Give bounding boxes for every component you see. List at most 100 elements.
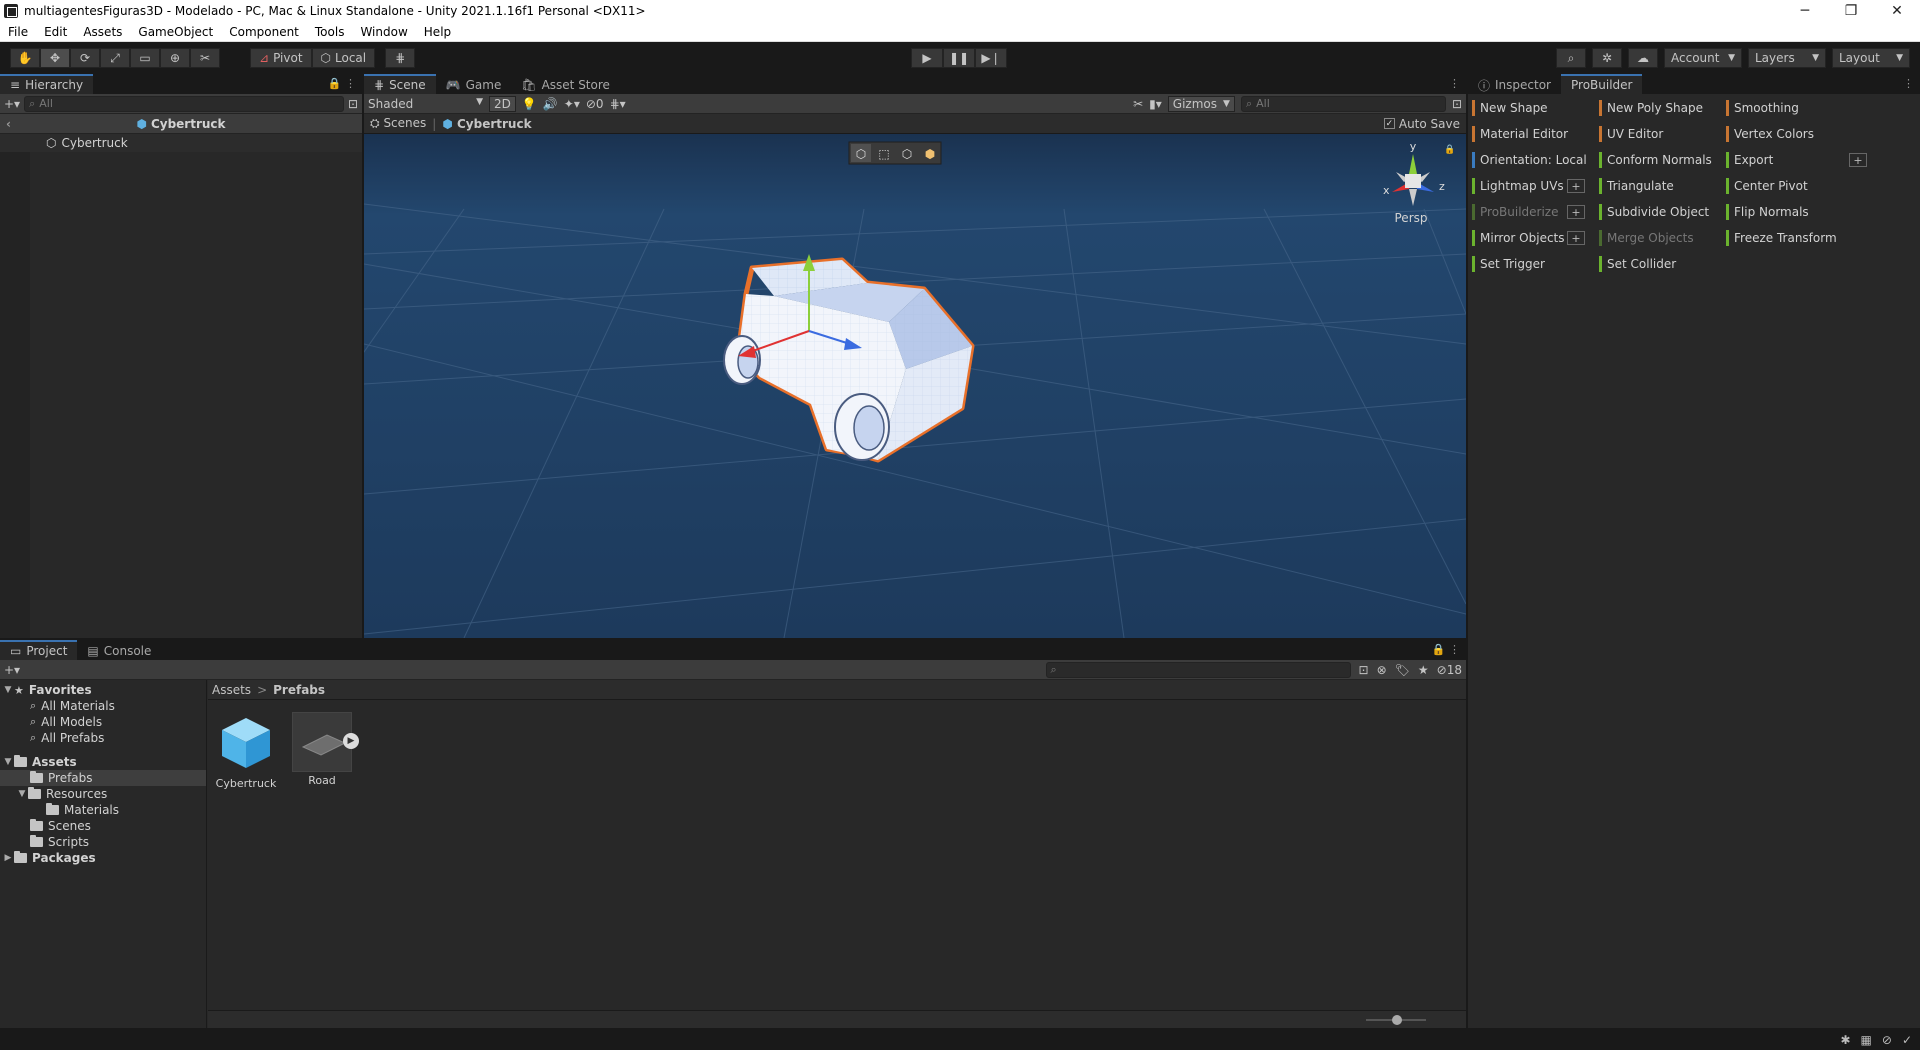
menu-help[interactable]: Help [416,25,459,39]
tab-project[interactable]: ▭ Project [0,640,78,660]
layout-dropdown[interactable]: Layout ▼ [1832,48,1910,68]
close-button[interactable]: ✕ [1874,3,1920,19]
hand-tool-icon[interactable]: ✋ [10,48,40,68]
hidden-packages-toggle[interactable]: ⊘18 [1437,663,1462,677]
filter-type-icon[interactable]: ⊗ [1377,663,1387,677]
menu-window[interactable]: Window [352,25,415,39]
move-tool-icon[interactable]: ✥ [40,48,70,68]
menu-edit[interactable]: Edit [36,25,75,39]
probuilder-select-mode-bar[interactable]: ⬡ ⬚ ⬡ ⬢ [848,141,942,165]
scene-canvas[interactable]: ⬡ ⬚ ⬡ ⬢ y x z 🔒 Persp [364,134,1466,638]
transform-tool-icon[interactable]: ⊕ [160,48,190,68]
probuilder-set-trigger-button[interactable]: Set Trigger [1472,254,1599,274]
pause-button[interactable]: ❚❚ [943,48,975,68]
tab-inspector[interactable]: ⓘ Inspector [1468,74,1561,94]
tab-game[interactable]: 🎮 Game [435,74,512,94]
asset-tile[interactable]: Cybertruck [210,712,282,790]
probuilder-smoothing-button[interactable]: Smoothing [1726,98,1853,118]
scenes-crumb[interactable]: ⛭ Scenes [370,116,426,131]
project-search-input[interactable]: ⌕ [1045,661,1351,678]
tree-scenes[interactable]: Scenes [0,818,206,834]
probuilder-export-button[interactable]: Export + [1726,150,1867,170]
filter-label-icon[interactable]: 🏷 [1395,663,1410,677]
tree-resources[interactable]: ▼ Resources [0,786,206,802]
menu-gameobject[interactable]: GameObject [130,25,221,39]
probuilder-uv-editor-button[interactable]: UV Editor [1599,124,1726,144]
probuilder-subdivide-object-button[interactable]: Subdivide Object [1599,202,1726,222]
tree-item[interactable]: ⌕ All Models [0,714,206,730]
autosave-checkbox[interactable]: ✓ [1383,118,1395,129]
tree-scripts[interactable]: Scripts [0,834,206,850]
asset-tile[interactable]: ▶ Road [286,712,359,787]
grid-toggle-icon[interactable]: ⋕▾ [610,97,626,111]
tab-probuilder[interactable]: ProBuilder [1561,74,1643,94]
probuilder-vertex-colors-button[interactable]: Vertex Colors [1726,124,1853,144]
probuilder-lightmap-uvs-button[interactable]: Lightmap UVs + [1472,176,1599,196]
scale-tool-icon[interactable]: ⤢ [100,48,130,68]
prefab-crumb[interactable]: ⬢ Cybertruck [442,117,531,131]
effects-icon[interactable]: ✦▾ [564,97,580,111]
options-plus-icon[interactable]: + [1849,153,1867,167]
gizmo-lock-icon[interactable]: 🔒 [1444,144,1455,155]
probuilder-new-shape-button[interactable]: New Shape [1472,98,1599,118]
add-icon[interactable]: +▾ [4,663,20,677]
tree-favorites[interactable]: ▼ ★ Favorites [0,682,206,698]
tree-materials[interactable]: Materials [0,802,206,818]
panel-menu-icon[interactable]: 🔒 ⋮ [1432,643,1460,656]
search-type-icon[interactable]: ⊡ [1359,663,1369,677]
icon-size-slider[interactable] [1366,1015,1426,1025]
local-toggle[interactable]: ⬡ Local [311,48,376,68]
play-button[interactable]: ▶ [911,48,943,68]
gizmos-dropdown[interactable]: Gizmos ▼ [1167,95,1235,112]
probuilder-flip-normals-button[interactable]: Flip Normals [1726,202,1853,222]
status-check-icon[interactable]: ✓ [1902,1033,1912,1047]
camera-icon[interactable]: ▮▾ [1149,97,1162,111]
menu-file[interactable]: File [0,25,36,39]
network-icon[interactable]: ▦ [1861,1033,1872,1047]
probuilder-new-poly-shape-button[interactable]: New Poly Shape [1599,98,1726,118]
probuilder-triangulate-button[interactable]: Triangulate [1599,176,1726,196]
collab-icon[interactable]: ✲ [1592,48,1622,68]
mode-2d-toggle[interactable]: 2D [489,95,516,112]
options-plus-icon[interactable]: + [1567,179,1585,193]
tab-hierarchy[interactable]: ≡ Hierarchy [0,74,94,94]
probuilder-material-editor-button[interactable]: Material Editor [1472,124,1599,144]
search-icon[interactable]: ⌕ [1556,48,1586,68]
probuilder-orientation-local-button[interactable]: Orientation: Local [1472,150,1599,170]
probuilder-freeze-transform-button[interactable]: Freeze Transform [1726,228,1853,248]
tools-icon[interactable]: ✂ [1133,97,1143,111]
tree-item[interactable]: ⌕ All Materials [0,698,206,714]
no-auto-refresh-icon[interactable]: ⊘ [1882,1033,1892,1047]
menu-assets[interactable]: Assets [75,25,130,39]
breadcrumb-prefabs[interactable]: Prefabs [273,683,325,697]
pivot-toggle[interactable]: ⊿ Pivot [250,48,312,68]
cloud-icon[interactable]: ☁ [1628,48,1658,68]
maximize-button[interactable]: ❐ [1828,3,1874,19]
tab-scene[interactable]: ⋕ Scene [364,74,436,94]
scene-search-icon[interactable]: ⊡ [1452,97,1462,111]
grid-snap-icon[interactable]: ⋕ [385,48,416,68]
menu-tools[interactable]: Tools [307,25,353,39]
tree-item[interactable]: ⌕ All Prefabs [0,730,206,746]
layers-dropdown[interactable]: Layers ▼ [1748,48,1826,68]
audio-icon[interactable]: 🔊 [543,97,558,111]
autosave-toggle[interactable]: ✓ Auto Save [1383,117,1460,131]
expand-arrow-icon[interactable]: ▶ [2,853,14,863]
tree-packages[interactable]: ▶ Packages [0,850,206,866]
add-icon[interactable]: +▾ [4,97,20,111]
probuilder-probuilderize-button[interactable]: ProBuilderize + [1472,202,1599,222]
breadcrumb-assets[interactable]: Assets [212,683,251,697]
account-dropdown[interactable]: Account ▼ [1664,48,1742,68]
persp-label[interactable]: Persp [1395,211,1428,225]
expand-arrow-icon[interactable]: ▼ [2,757,14,767]
favorite-star-icon[interactable]: ★ [1418,663,1429,677]
custom-tool-icon[interactable]: ✂ [190,48,220,68]
minimize-button[interactable]: ─ [1782,3,1828,19]
lighting-icon[interactable]: 💡 [522,97,537,111]
tree-assets[interactable]: ▼ Assets [0,754,206,770]
probuilder-mirror-objects-button[interactable]: Mirror Objects + [1472,228,1599,248]
slider-handle[interactable] [1392,1015,1402,1025]
expand-prefab-icon[interactable]: ▶ [343,733,359,749]
scene-search-icon[interactable]: ⊡ [348,97,358,111]
hidden-objects-toggle[interactable]: ⊘0 [586,97,604,111]
